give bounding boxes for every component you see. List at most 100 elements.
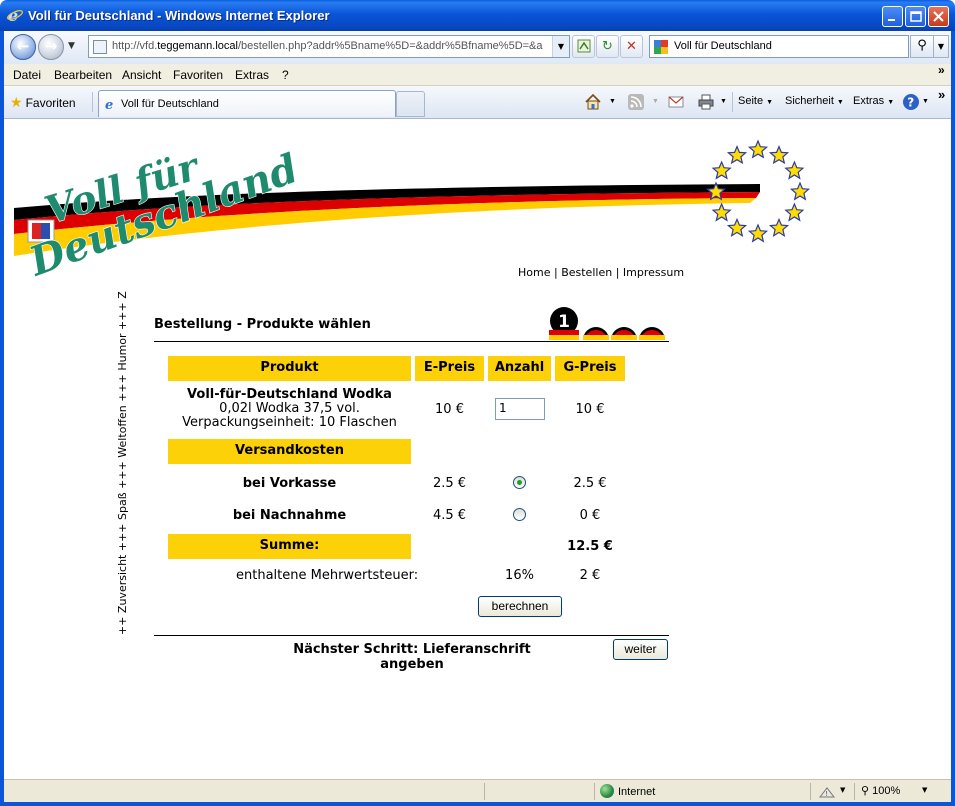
tool-extras[interactable]: Extras ▼ xyxy=(853,95,894,107)
stop-button[interactable]: ✕ xyxy=(620,35,643,58)
zoom-control[interactable]: ⚲ 100% xyxy=(861,784,900,797)
next-button[interactable]: weiter xyxy=(613,639,668,660)
shipping-total-vorkasse: 2.5 € xyxy=(573,476,607,491)
search-field[interactable]: Voll für Deutschland xyxy=(649,35,909,58)
minimize-icon xyxy=(888,19,895,21)
nav-impressum-link[interactable]: Impressum xyxy=(623,266,684,279)
help-icon[interactable]: ? xyxy=(902,93,920,111)
nav-bestellen-link[interactable]: Bestellen xyxy=(561,266,612,279)
tool-extras-arrow-icon: ▼ xyxy=(887,99,895,106)
forward-button[interactable]: → xyxy=(38,34,64,60)
step-3-badge xyxy=(611,327,637,340)
window-frame-right xyxy=(951,31,955,806)
header-produkt: Produkt xyxy=(168,356,411,381)
status-divider xyxy=(484,783,485,800)
page-icon xyxy=(93,40,107,54)
search-input-value[interactable]: Voll für Deutschland xyxy=(674,40,772,52)
close-button[interactable] xyxy=(928,6,949,27)
menu-favoriten[interactable]: Favoriten xyxy=(173,68,223,82)
sum-value: 12.5 € xyxy=(567,539,613,554)
feeds-icon[interactable] xyxy=(627,93,645,111)
shipping-header: Versandkosten xyxy=(168,439,411,464)
tab-active[interactable]: e Voll für Deutschland xyxy=(98,90,396,117)
zoom-level: 100% xyxy=(872,785,901,797)
tool-seite-label: Seite xyxy=(738,95,764,107)
refresh-button[interactable]: ↻ xyxy=(596,35,619,58)
site-banner: Voll für Deutschland xyxy=(14,139,811,280)
menu-extras[interactable]: Extras xyxy=(235,68,269,82)
print-dropdown-icon[interactable]: ▼ xyxy=(720,98,727,105)
address-dropdown-icon[interactable]: ▼ xyxy=(552,36,569,57)
menu-datei[interactable]: Datei xyxy=(13,68,41,82)
header-anzahl: Anzahl xyxy=(488,356,551,381)
step-number: 1 xyxy=(558,312,570,332)
protected-mode-icon[interactable]: ! xyxy=(818,785,836,799)
menu-help[interactable]: ? xyxy=(282,68,289,82)
nav-separator: | xyxy=(615,266,620,279)
nav-separator: | xyxy=(553,266,558,279)
status-divider xyxy=(854,783,855,800)
maximize-button[interactable] xyxy=(905,6,926,27)
window-title: Voll für Deutschland - Windows Internet … xyxy=(28,8,330,23)
favorites-label: Favoriten xyxy=(25,96,76,110)
compatibility-view-button[interactable] xyxy=(572,35,595,58)
search-button[interactable]: ⚲ xyxy=(910,35,934,58)
divider xyxy=(154,635,669,636)
product-description: 0,02l Wodka 37,5 vol. xyxy=(219,401,360,416)
protected-mode-dropdown-icon[interactable]: ▼ xyxy=(840,786,845,794)
tool-sicherheit[interactable]: Sicherheit ▼ xyxy=(785,95,844,107)
eu-star-icon xyxy=(726,145,748,165)
svg-text:?: ? xyxy=(907,96,914,110)
nav-home-link[interactable]: Home xyxy=(518,266,550,279)
menu-bearbeiten[interactable]: Bearbeiten xyxy=(54,68,112,82)
print-icon[interactable] xyxy=(697,93,715,111)
help-dropdown-icon[interactable]: ▼ xyxy=(922,98,929,105)
vat-label: enthaltene Mehrwertsteuer: xyxy=(236,568,419,583)
product-total-price: 10 € xyxy=(575,402,605,417)
home-icon[interactable] xyxy=(584,93,602,111)
tab-label: Voll für Deutschland xyxy=(121,98,219,110)
shipping-radio-nachnahme[interactable] xyxy=(513,508,526,521)
svg-text:!: ! xyxy=(825,790,828,798)
menu-chevron-icon[interactable]: » xyxy=(938,63,945,77)
header-e-preis: E-Preis xyxy=(415,356,484,381)
minimize-button[interactable] xyxy=(882,6,903,27)
step-1-badge: 1 xyxy=(549,307,579,340)
favorites-star-icon: ★ xyxy=(10,94,23,110)
sum-label: Summe: xyxy=(168,534,411,559)
new-tab-button[interactable] xyxy=(396,91,425,117)
side-ticker: ++ Zuversicht +++ Spaß +++ Weltoffen +++… xyxy=(116,285,130,635)
vat-value: 2 € xyxy=(579,568,601,583)
tool-seite[interactable]: Seite ▼ xyxy=(738,95,773,107)
calculate-button[interactable]: berechnen xyxy=(478,596,562,617)
toolbar-chevron-icon[interactable]: » xyxy=(938,87,945,102)
compatibility-icon xyxy=(577,39,590,53)
address-toolbar: ← → ▼ http://vfd.teggemann.local/bestell… xyxy=(4,31,951,64)
title-bar: e Voll für Deutschland - Windows Interne… xyxy=(0,0,955,31)
page-title: Bestellung - Produkte wählen xyxy=(154,317,371,332)
eu-star-icon xyxy=(711,160,732,180)
search-options-dropdown[interactable]: ▼ xyxy=(933,35,949,58)
home-dropdown-icon[interactable]: ▼ xyxy=(609,98,616,105)
mail-icon[interactable] xyxy=(667,93,685,111)
zone-label: Internet xyxy=(618,786,656,798)
zoom-icon: ⚲ xyxy=(861,785,873,797)
quantity-input[interactable]: 1 xyxy=(495,398,545,420)
back-button[interactable]: ← xyxy=(10,34,36,60)
eu-star-icon xyxy=(784,202,805,222)
menu-ansicht[interactable]: Ansicht xyxy=(122,68,161,82)
back-arrow-icon: ← xyxy=(16,37,30,55)
address-url[interactable]: http://vfd.teggemann.local/bestellen.php… xyxy=(112,40,548,52)
zoom-dropdown-icon[interactable]: ▼ xyxy=(922,786,927,794)
forward-arrow-icon: → xyxy=(44,37,58,55)
favorites-button[interactable]: ★ Favoriten xyxy=(10,94,76,111)
product-cell: Voll-für-Deutschland Wodka 0,02l Wodka 3… xyxy=(168,388,411,430)
shipping-radio-vorkasse[interactable] xyxy=(513,476,526,489)
security-zone[interactable]: Internet xyxy=(600,784,655,798)
search-provider-icon xyxy=(654,40,668,54)
step-indicator: 1 xyxy=(549,307,665,340)
history-dropdown-icon[interactable]: ▼ xyxy=(68,41,75,51)
status-bar: Internet ! ▼ ⚲ 100% ▼ xyxy=(4,779,951,802)
eu-star-icon xyxy=(747,139,769,159)
address-field[interactable]: http://vfd.teggemann.local/bestellen.php… xyxy=(88,35,570,58)
